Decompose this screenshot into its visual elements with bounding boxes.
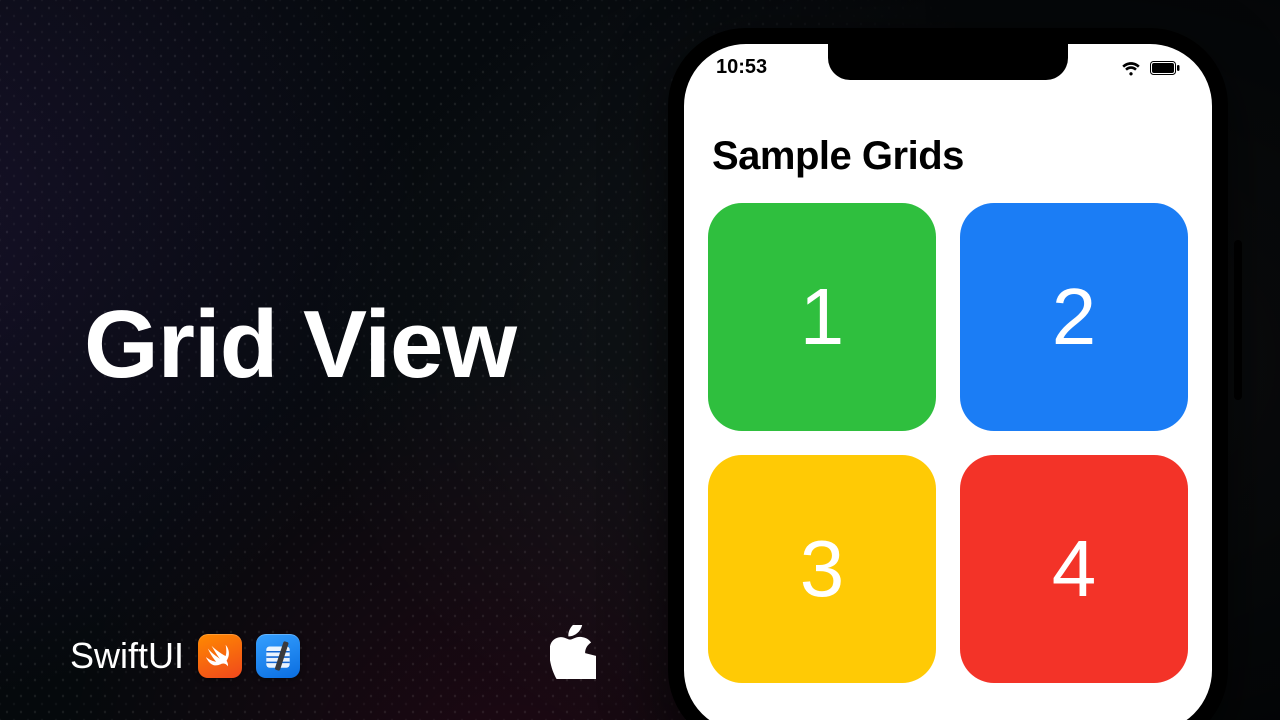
wifi-icon <box>1120 60 1142 76</box>
grid-tile[interactable]: 2 <box>960 203 1188 431</box>
phone-screen: Sample Grids 1 2 3 4 <box>684 44 1212 720</box>
grid-tile[interactable]: 4 <box>960 455 1188 683</box>
phone-side-button <box>1234 240 1242 400</box>
screen-heading: Sample Grids <box>712 134 1190 179</box>
grid-tile[interactable]: 3 <box>708 455 936 683</box>
sample-grid: 1 2 3 4 <box>706 203 1190 683</box>
swift-icon <box>198 634 242 678</box>
footer-row: SwiftUI <box>70 634 300 678</box>
footer-label: SwiftUI <box>70 635 184 677</box>
apple-logo-icon <box>550 625 596 684</box>
hero-title: Grid View <box>84 290 516 400</box>
status-time: 10:53 <box>716 56 767 79</box>
battery-icon <box>1150 61 1180 75</box>
phone-notch <box>828 44 1068 80</box>
xcode-icon <box>256 634 300 678</box>
grid-tile[interactable]: 1 <box>708 203 936 431</box>
phone-mockup: 10:53 Sample Grids 1 2 3 4 <box>668 28 1228 720</box>
